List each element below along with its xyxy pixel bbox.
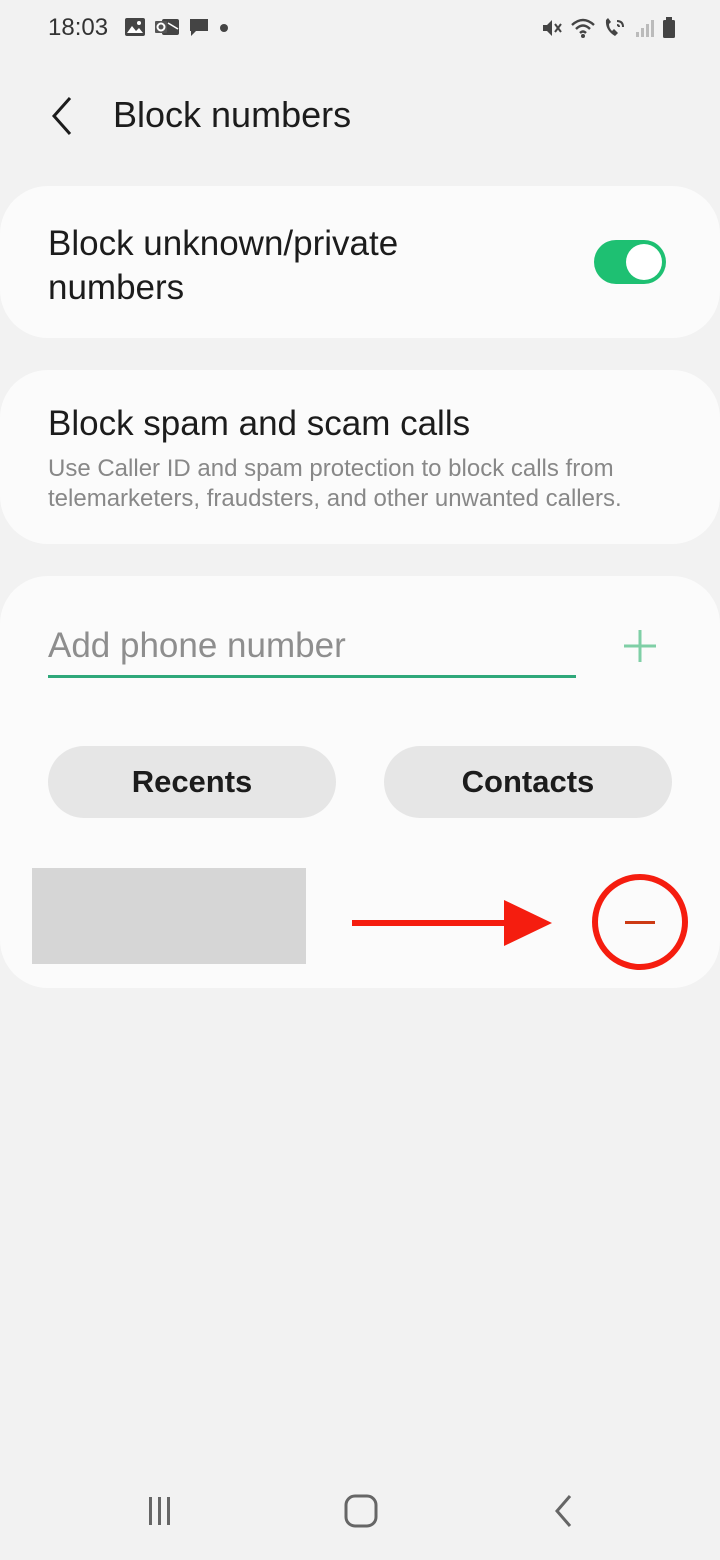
block-spam-title: Block spam and scam calls [48,404,471,443]
wifi-calling-icon [605,18,624,36]
add-number-card: Recents Contacts [0,576,720,988]
navigation-bar [0,1470,720,1560]
back-icon [555,1495,572,1527]
home-icon [344,1494,378,1528]
blocked-number-redacted [32,868,306,964]
battery-icon [663,17,675,38]
nav-back-button[interactable] [534,1486,594,1536]
home-button[interactable] [331,1486,391,1536]
minus-circle-icon [625,920,655,924]
message-icon [190,19,208,36]
status-bar: 18:03 [0,0,720,60]
gallery-icon [125,18,145,36]
recents-button[interactable]: Recents [48,746,336,818]
block-spam-card[interactable]: Block spam and scam calls Use Caller ID … [0,370,720,544]
notification-icons [124,16,230,38]
mute-icon [543,20,562,36]
recent-apps-icon [149,1497,170,1525]
dot-icon [220,24,228,32]
outlook-icon [155,19,179,35]
chevron-left-icon [51,97,72,135]
system-icons [540,16,676,40]
block-unknown-label: Block unknown/private numbers [48,224,399,307]
signal-icon [636,20,654,37]
page-title: Block numbers [113,94,352,135]
wifi-icon [571,18,595,38]
status-time: 18:03 [48,14,109,41]
recent-apps-button[interactable] [130,1486,190,1536]
remove-blocked-number-button[interactable] [592,874,688,970]
block-unknown-switch[interactable] [594,240,666,284]
block-spam-description: Use Caller ID and spam protection to blo… [48,455,622,512]
contacts-button[interactable]: Contacts [384,746,672,818]
plus-icon [624,630,656,662]
arrow-annotation-icon [352,900,552,946]
add-phone-number-input[interactable] [48,616,576,678]
app-bar: Block numbers [0,80,720,152]
add-number-button[interactable] [614,620,666,672]
back-button[interactable] [36,90,88,142]
switch-knob [626,244,662,280]
